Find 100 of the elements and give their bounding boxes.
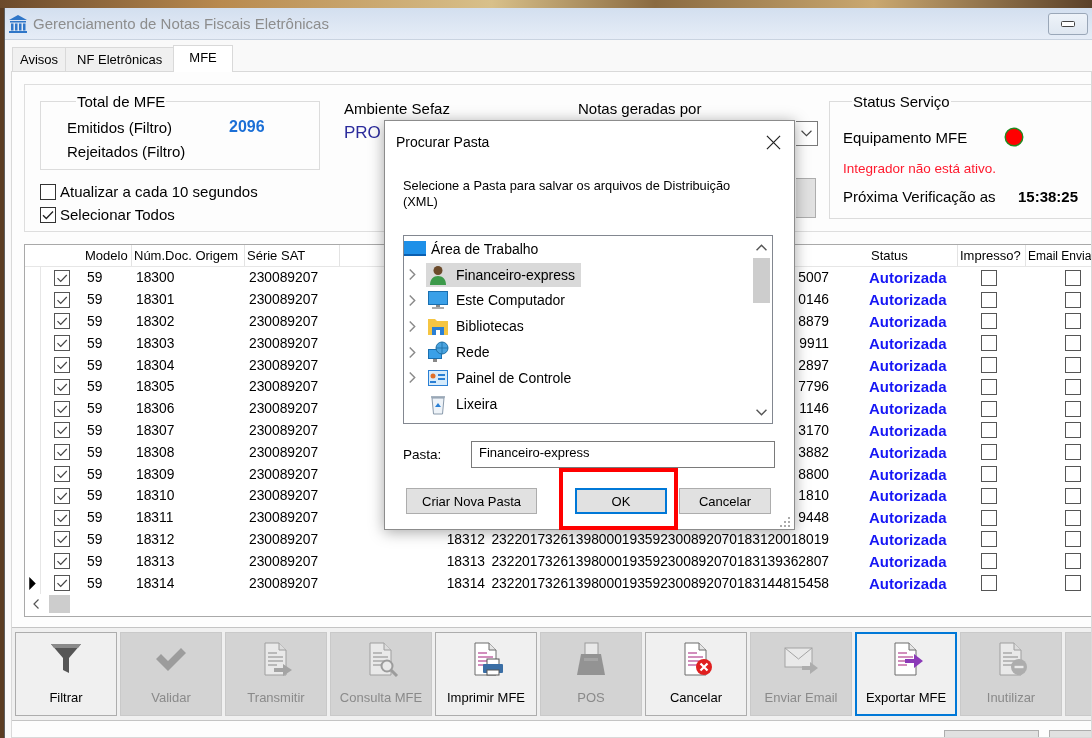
checkbox[interactable] (54, 509, 70, 526)
tab[interactable]: MFE (173, 45, 233, 72)
checkbox[interactable] (1065, 422, 1081, 439)
chevron-right-icon[interactable] (409, 295, 416, 306)
table-cell: 230089207 (249, 379, 319, 395)
table-cell: 9448 (798, 510, 829, 526)
toolbar-button[interactable]: Exportar MFE (855, 632, 957, 716)
dialog-button[interactable]: Criar Nova Pasta (406, 488, 537, 514)
tree-item[interactable]: Bibliotecas (426, 314, 530, 339)
dialog-button[interactable]: OK (575, 488, 667, 514)
checkbox[interactable] (981, 269, 997, 286)
checkbox[interactable] (1065, 466, 1081, 483)
checkbox[interactable] (54, 553, 70, 570)
toolbar-button[interactable]: Filtrar (15, 632, 117, 716)
column-header[interactable]: Email Envia (1026, 245, 1091, 266)
chevron-down-icon[interactable] (756, 409, 767, 416)
status-text: Autorizada (869, 574, 947, 592)
checkbox[interactable] (981, 357, 997, 374)
dialog-button[interactable]: Cancelar (679, 488, 771, 514)
checkbox[interactable] (54, 444, 70, 461)
checkbox[interactable] (54, 400, 70, 417)
chevron-right-icon[interactable] (409, 320, 416, 332)
table-cell: 1146 (799, 401, 829, 417)
checkbox[interactable] (1065, 335, 1081, 352)
building-icon (8, 13, 28, 34)
checkbox[interactable] (1065, 575, 1081, 592)
chevron-right-icon[interactable] (409, 372, 416, 384)
checkbox[interactable] (54, 378, 70, 395)
checkbox[interactable] (54, 422, 70, 439)
field-label: Pasta: (403, 447, 443, 462)
checkbox[interactable] (1065, 291, 1081, 308)
tab[interactable]: NF Eletrônicas (65, 47, 175, 71)
checkbox[interactable] (1065, 444, 1081, 461)
column-header[interactable]: Série SAT (245, 245, 340, 266)
tab[interactable]: Avisos (12, 47, 67, 71)
checkbox[interactable] (40, 183, 56, 200)
close-icon[interactable] (766, 134, 781, 150)
checkbox[interactable] (1065, 487, 1081, 504)
checkbox[interactable] (54, 335, 70, 352)
checkbox[interactable] (981, 313, 997, 330)
checkbox[interactable] (1065, 531, 1081, 548)
checkbox[interactable] (1065, 269, 1081, 286)
checkbox[interactable] (1065, 400, 1081, 417)
checkbox[interactable] (54, 357, 70, 374)
checkbox[interactable] (54, 291, 70, 308)
folder-input[interactable]: Financeiro-express (471, 441, 775, 468)
toolbar-button[interactable]: Cancelar (645, 632, 747, 716)
table-cell: 18302 (136, 314, 175, 329)
column-header[interactable]: Núm.Doc. Origem (132, 245, 245, 266)
checkbox[interactable] (981, 400, 997, 417)
resize-grip-icon[interactable] (778, 515, 790, 527)
checkbox[interactable] (1065, 313, 1081, 330)
table-cell: 59 (87, 422, 103, 438)
column-header[interactable]: Status (869, 245, 958, 266)
checkbox[interactable] (54, 269, 70, 286)
status-text: Autorizada (869, 269, 947, 287)
chevron-right-icon[interactable] (409, 346, 416, 358)
checkbox[interactable] (1065, 357, 1081, 374)
table-cell: 230089207 (249, 575, 319, 591)
checkbox[interactable] (1065, 553, 1081, 570)
checkbox[interactable] (981, 531, 997, 548)
checkbox[interactable] (54, 466, 70, 483)
chevron-left-icon[interactable] (33, 598, 39, 609)
checkbox[interactable] (1065, 378, 1081, 395)
column-header[interactable]: Impresso? (958, 245, 1026, 266)
checkbox[interactable] (981, 487, 997, 504)
column-header[interactable]: Modelo (83, 245, 132, 266)
scrollbar-thumb[interactable] (49, 594, 70, 613)
checkbox[interactable] (981, 575, 997, 592)
tree-item[interactable]: Lixeira (426, 391, 504, 416)
toolbar-button[interactable]: Imprimir MFE (435, 632, 537, 716)
checkbox[interactable] (54, 313, 70, 330)
tree-item[interactable]: Painel de Controle (426, 365, 578, 390)
tree-item[interactable]: Rede (426, 340, 496, 365)
minimize-icon (1061, 20, 1075, 27)
scrollbar-thumb[interactable] (753, 258, 770, 303)
checkbox[interactable] (54, 487, 70, 504)
tree-item[interactable]: Este Computador (426, 288, 571, 313)
checkbox[interactable] (981, 422, 997, 439)
window-title: Gerenciamento de Notas Fiscais Eletrônicas (33, 15, 329, 32)
checkbox[interactable] (981, 553, 997, 570)
checkbox[interactable] (40, 206, 56, 223)
tree-item[interactable]: Área de Trabalho (404, 236, 545, 261)
dropdown-field[interactable] (796, 121, 818, 146)
checkbox[interactable] (981, 466, 997, 483)
checkbox[interactable] (981, 291, 997, 308)
checkbox[interactable] (54, 531, 70, 548)
checkbox[interactable] (981, 444, 997, 461)
chevron-up-icon[interactable] (756, 244, 767, 251)
table-cell: 230089207 (249, 444, 319, 460)
checkbox[interactable] (54, 575, 70, 592)
checkbox[interactable] (981, 509, 997, 526)
checkbox[interactable] (1065, 509, 1081, 526)
table-cell: 18301 (136, 292, 175, 308)
minimize-button[interactable] (1048, 12, 1088, 35)
tree-item[interactable]: Financeiro-express (426, 262, 582, 287)
checkbox[interactable] (981, 335, 997, 352)
checkbox[interactable] (981, 378, 997, 395)
chevron-right-icon[interactable] (409, 269, 416, 281)
status-message: Integrador não está ativo. (843, 160, 997, 178)
